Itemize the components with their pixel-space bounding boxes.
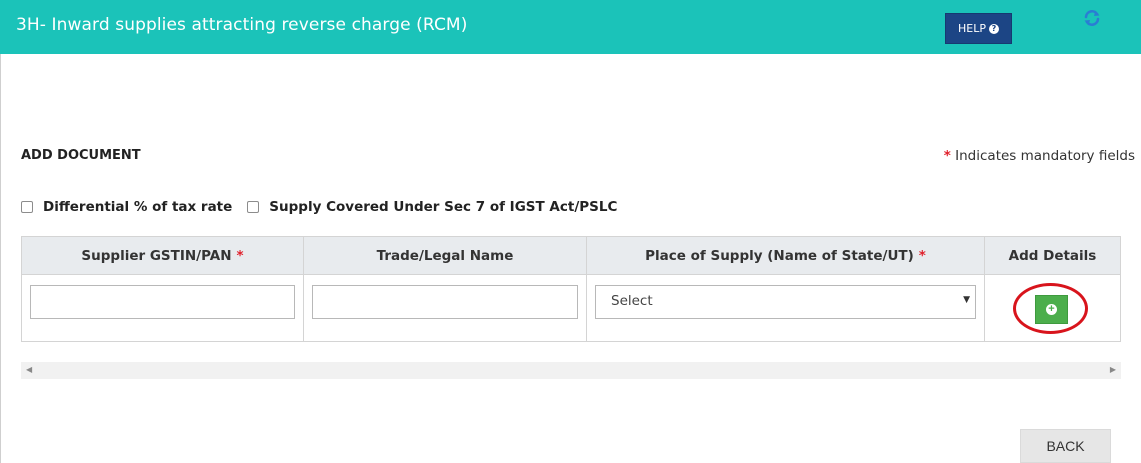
- help-button[interactable]: HELP ?: [945, 13, 1012, 44]
- differential-rate-option[interactable]: Differential % of tax rate: [21, 199, 232, 215]
- mandatory-note-text: Indicates mandatory fields: [955, 148, 1135, 164]
- place-of-supply-select[interactable]: Select ▼: [595, 285, 976, 319]
- sec7-igst-option[interactable]: Supply Covered Under Sec 7 of IGST Act/P…: [247, 199, 617, 215]
- column-label: Supplier GSTIN/PAN: [81, 247, 232, 264]
- supply-options: Differential % of tax rate Supply Covere…: [21, 199, 617, 215]
- column-header-add-details: Add Details: [985, 237, 1120, 274]
- question-circle-icon: ?: [988, 23, 999, 34]
- sec7-igst-checkbox[interactable]: [247, 201, 260, 213]
- sec7-igst-label: Supply Covered Under Sec 7 of IGST Act/P…: [269, 199, 618, 215]
- table-row: Select ▼ +: [22, 275, 1120, 341]
- caret-down-icon: ▼: [963, 295, 970, 305]
- document-table: Supplier GSTIN/PAN * Trade/Legal Name Pl…: [21, 236, 1121, 342]
- column-header-supplier-gstin: Supplier GSTIN/PAN *: [22, 237, 304, 274]
- back-button[interactable]: BACK: [1020, 429, 1111, 463]
- scroll-left-icon[interactable]: ◀: [26, 365, 32, 374]
- differential-rate-checkbox[interactable]: [21, 201, 33, 213]
- column-header-place-of-supply: Place of Supply (Name of State/UT) *: [587, 237, 985, 274]
- column-label: Trade/Legal Name: [376, 247, 514, 264]
- trade-name-cell: [304, 275, 587, 341]
- required-star: *: [943, 148, 951, 164]
- page-header: 3H- Inward supplies attracting reverse c…: [0, 0, 1141, 54]
- horizontal-scrollbar[interactable]: ◀ ▶: [21, 362, 1121, 379]
- required-star: *: [236, 247, 244, 264]
- column-header-trade-name: Trade/Legal Name: [304, 237, 587, 274]
- add-details-button[interactable]: +: [1035, 295, 1068, 324]
- mandatory-note: * Indicates mandatory fields: [944, 148, 1135, 164]
- refresh-icon[interactable]: [1082, 8, 1102, 28]
- column-label: Add Details: [1008, 247, 1097, 264]
- section-title: ADD DOCUMENT: [21, 148, 141, 163]
- page-title: 3H- Inward supplies attracting reverse c…: [16, 15, 468, 35]
- column-label: Place of Supply (Name of State/UT): [645, 247, 914, 264]
- supplier-gstin-cell: [22, 275, 304, 341]
- plus-circle-icon: +: [1046, 304, 1057, 315]
- scroll-right-icon[interactable]: ▶: [1110, 365, 1116, 374]
- required-star: *: [918, 247, 926, 264]
- place-of-supply-cell: Select ▼: [587, 275, 985, 341]
- trade-name-input[interactable]: [312, 285, 578, 319]
- table-header: Supplier GSTIN/PAN * Trade/Legal Name Pl…: [22, 237, 1120, 275]
- add-details-cell: +: [985, 275, 1120, 341]
- supplier-gstin-input[interactable]: [30, 285, 295, 319]
- help-button-label: HELP: [958, 22, 986, 35]
- differential-rate-label: Differential % of tax rate: [43, 199, 233, 215]
- content-left-border: [0, 54, 1, 463]
- select-value: Select: [611, 293, 653, 309]
